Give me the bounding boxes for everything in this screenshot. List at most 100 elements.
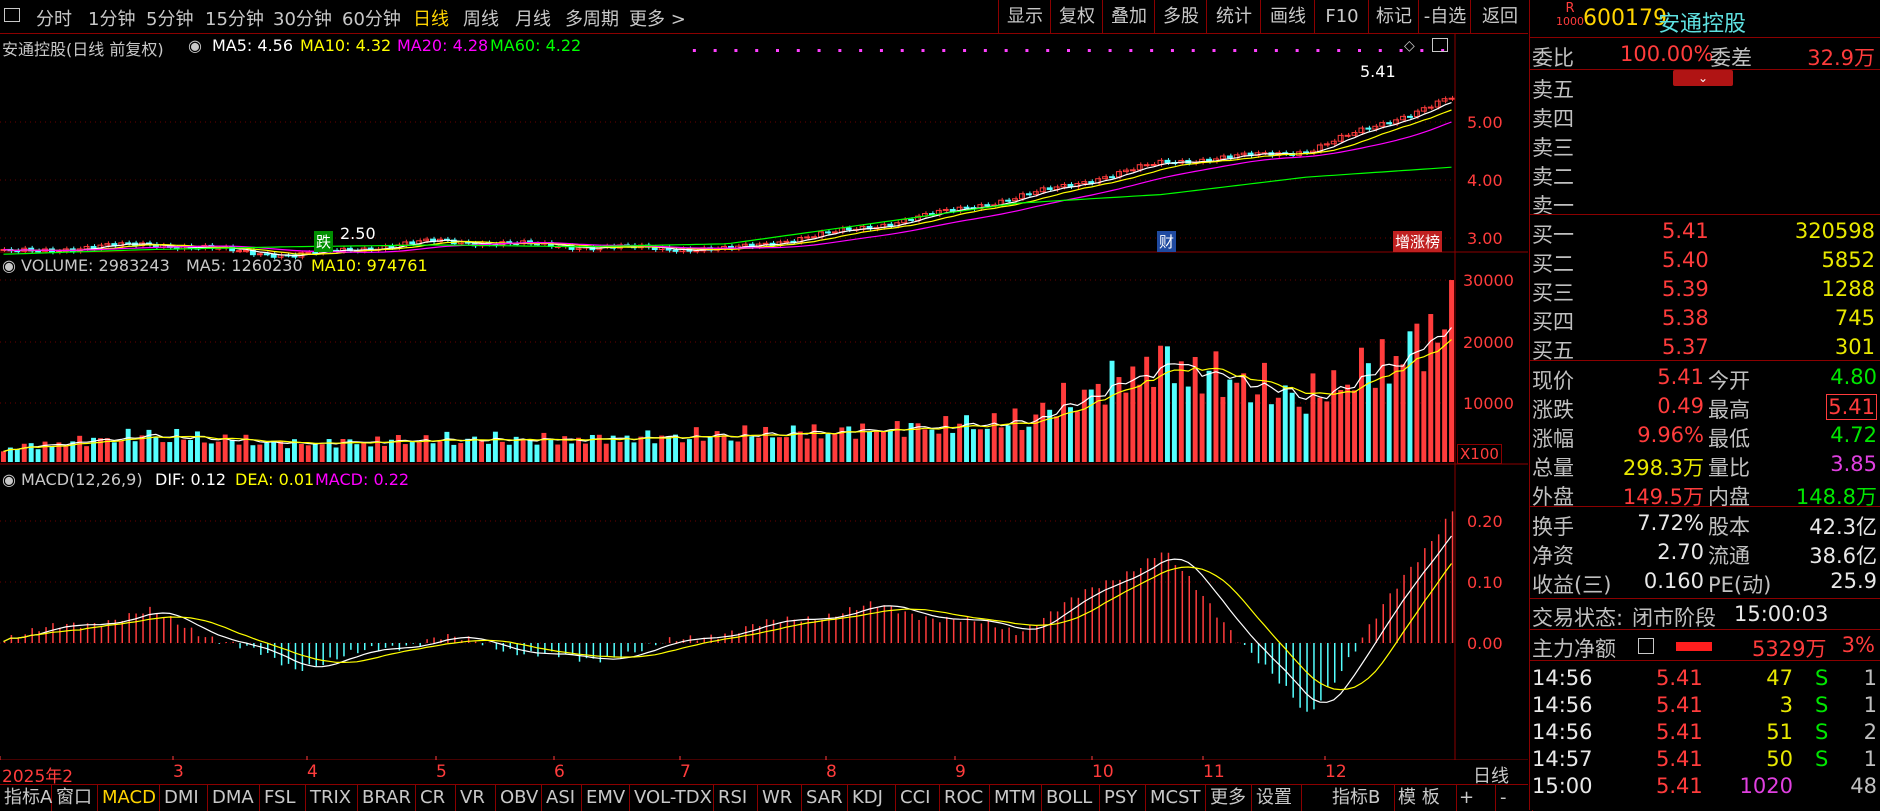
volume-bar [319, 444, 325, 462]
dea-label: DEA: 0.01 [235, 470, 315, 489]
main-flow-menu-icon[interactable] [1638, 638, 1654, 654]
period-tab-1[interactable]: 1分钟 [88, 5, 135, 31]
indicator-tab-18[interactable]: CCI [896, 785, 940, 811]
bottom-right-button-0[interactable]: 指标B [1328, 785, 1395, 811]
indicator-tab-8[interactable]: CR [416, 785, 456, 811]
toolbar-button-7[interactable]: 标记 [1368, 0, 1419, 33]
indicator-tab-23[interactable]: MCST [1146, 785, 1206, 811]
volume-bar [742, 425, 748, 462]
indicator-tab-25[interactable]: 设置 [1252, 785, 1302, 811]
buy-row-3[interactable]: 买四 5.38 745 [1530, 305, 1880, 334]
period-tab-10[interactable]: 更多 > [629, 5, 686, 31]
price-axis-label: 5.00 [1467, 113, 1503, 132]
status-row: 交易状态: 闭市阶段 15:00:03 [1530, 601, 1880, 630]
indicator-tab-19[interactable]: ROC [940, 785, 990, 811]
indicator-tab-17[interactable]: KDJ [848, 785, 896, 811]
indicator-tab-21[interactable]: BOLL [1042, 785, 1100, 811]
volume-bar [652, 443, 658, 462]
indicator-tab-5[interactable]: FSL [260, 785, 306, 811]
volume-bar [409, 442, 415, 462]
candle-body [741, 243, 748, 247]
period-tab-6[interactable]: 日线 [413, 5, 449, 31]
sell-row-1[interactable]: 卖四 [1530, 102, 1880, 131]
toolbar-button-3[interactable]: 多股 [1154, 0, 1207, 33]
indicator-tab-13[interactable]: VOL-TDX [630, 785, 714, 811]
candle-body [1400, 115, 1406, 121]
indicator-tab-3[interactable]: DMI [160, 785, 208, 811]
indicator-tab-2[interactable]: MACD [98, 785, 160, 811]
indicator-tab-20[interactable]: MTM [990, 785, 1042, 811]
toolbar-button-5[interactable]: 画线 [1260, 0, 1315, 33]
sell-row-0[interactable]: 卖五 [1530, 73, 1880, 102]
chart-window-icon[interactable] [1432, 38, 1448, 52]
indicator-tab-12[interactable]: EMV [582, 785, 630, 811]
macd-params: MACD(12,26,9) [21, 470, 143, 489]
indicator-tab-16[interactable]: SAR [802, 785, 848, 811]
period-tab-3[interactable]: 15分钟 [205, 5, 264, 31]
price-panel-collapse-icon[interactable]: ◉ [188, 36, 202, 55]
period-tab-4[interactable]: 30分钟 [273, 5, 332, 31]
toolbar-button-2[interactable]: 叠加 [1102, 0, 1155, 33]
candle-body [1150, 164, 1157, 167]
kline-chart[interactable]: 5.00 4.00 3.00 30000 20000 10000 0.20 0.10 0.00 [0, 34, 1528, 760]
buy-row-4[interactable]: 买五 5.37 301 [1530, 334, 1880, 363]
period-tab-2[interactable]: 5分钟 [146, 5, 193, 31]
tag-zengzhang[interactable]: 增涨榜 [1393, 231, 1443, 252]
volume-bar [153, 436, 159, 462]
quote-label-2: 最高 [1708, 398, 1750, 422]
candle-body [984, 204, 991, 207]
toolbar-button-1[interactable]: 复权 [1050, 0, 1103, 33]
volume-bar [250, 445, 256, 462]
signal-dot [713, 49, 717, 52]
indicator-tab-15[interactable]: WR [758, 785, 802, 811]
sell-row-4[interactable]: 卖一 [1530, 189, 1880, 218]
candle-body [1441, 98, 1448, 102]
volume-bar [1345, 384, 1351, 462]
macd-collapse-icon[interactable]: ◉ [2, 470, 21, 489]
indicator-tab-10[interactable]: OBV [496, 785, 542, 811]
bottom-right-button-1[interactable]: 模 板 [1394, 785, 1457, 811]
indicator-tab-0[interactable]: 指标A [0, 785, 52, 811]
volume-bar [1365, 363, 1371, 462]
indicator-tab-1[interactable]: 窗口 [52, 785, 98, 811]
period-tab-5[interactable]: 60分钟 [342, 5, 401, 31]
toolbar-button-4[interactable]: 统计 [1206, 0, 1261, 33]
toolbar-button-9[interactable]: 返回 [1470, 0, 1529, 33]
quote-row-3: 总量 298.3万 量比 3.85 [1530, 451, 1880, 480]
bottom-right-button-3[interactable]: - [1496, 785, 1533, 811]
period-tab-8[interactable]: 月线 [515, 5, 551, 31]
volume-bar [354, 444, 360, 462]
toolbar-button-6[interactable]: F10 [1314, 0, 1369, 33]
indicator-tab-9[interactable]: VR [456, 785, 496, 811]
toolbar-button-8[interactable]: -自选 [1418, 0, 1471, 33]
bottom-right-button-2[interactable]: + [1455, 785, 1496, 811]
tag-die[interactable]: 跌 [314, 231, 334, 252]
candle-body [1372, 125, 1379, 130]
indicator-tab-6[interactable]: TRIX [306, 785, 358, 811]
tick-price: 5.41 [1656, 720, 1703, 744]
volume-bar [1331, 370, 1337, 462]
period-tab-9[interactable]: 多周期 [565, 5, 619, 31]
buy-row-0[interactable]: 买一 5.41 320598 [1530, 218, 1880, 247]
tag-cai[interactable]: 财 [1157, 231, 1177, 252]
volume-bar [35, 449, 41, 462]
indicator-tab-14[interactable]: RSI [714, 785, 758, 811]
volume-bar [14, 449, 20, 462]
toolbar-button-0[interactable]: 显示 [998, 0, 1051, 33]
period-tab-0[interactable]: 分时 [36, 5, 72, 31]
volume-bar [84, 446, 90, 462]
indicator-tab-22[interactable]: PSY [1100, 785, 1146, 811]
indicator-tab-11[interactable]: ASI [542, 785, 582, 811]
volume-collapse-icon[interactable]: ◉ [2, 256, 21, 275]
panel-toggle-icon[interactable] [4, 8, 20, 22]
buy-row-2[interactable]: 买三 5.39 1288 [1530, 276, 1880, 305]
chart-settings-icon[interactable]: ◇ [1404, 38, 1415, 54]
period-tab-7[interactable]: 周线 [463, 5, 499, 31]
indicator-tab-4[interactable]: DMA [208, 785, 260, 811]
macd-label: MACD: 0.22 [315, 470, 410, 489]
indicator-tab-24[interactable]: 更多 [1206, 785, 1252, 811]
buy-row-1[interactable]: 买二 5.40 5852 [1530, 247, 1880, 276]
sell-row-2[interactable]: 卖三 [1530, 131, 1880, 160]
indicator-tab-7[interactable]: BRAR [358, 785, 416, 811]
sell-row-3[interactable]: 卖二 [1530, 160, 1880, 189]
